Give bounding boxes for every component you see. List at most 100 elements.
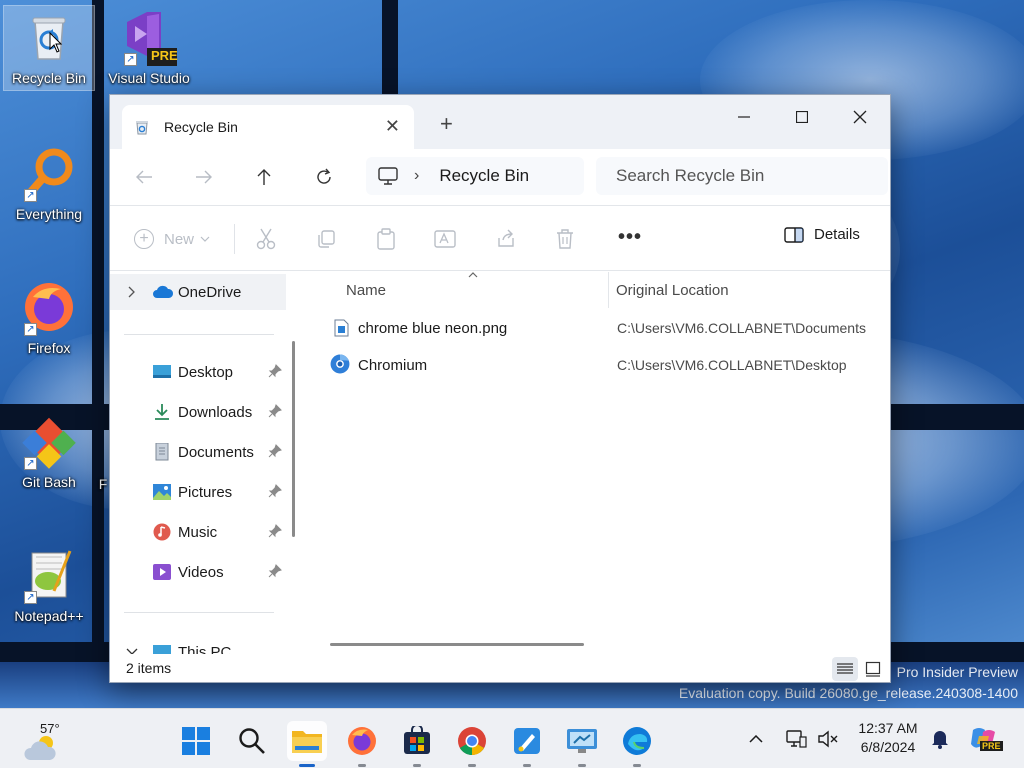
copilot-button[interactable]: PRE bbox=[966, 723, 1003, 755]
share-button[interactable] bbox=[496, 226, 516, 252]
tiles-view-icon bbox=[865, 661, 881, 677]
up-button[interactable] bbox=[250, 163, 278, 191]
close-window-button[interactable] bbox=[838, 101, 882, 133]
cut-button[interactable] bbox=[256, 226, 276, 252]
desktop-icon-git-bash[interactable]: ↗ Git Bash bbox=[4, 410, 94, 490]
forward-button[interactable] bbox=[190, 163, 218, 191]
desktop-icon-label: Firefox bbox=[27, 340, 71, 356]
paste-button[interactable] bbox=[376, 226, 396, 252]
tiles-view-button[interactable] bbox=[860, 657, 886, 681]
search-input[interactable]: Search Recycle Bin bbox=[596, 157, 888, 195]
tab-recycle-bin[interactable]: Recycle Bin ✕ bbox=[122, 105, 414, 149]
nav-item-onedrive[interactable]: OneDrive bbox=[110, 274, 286, 310]
refresh-button[interactable] bbox=[310, 163, 338, 191]
chevron-right-icon[interactable] bbox=[128, 286, 136, 298]
desktop-icon-firefox[interactable]: ↗ Firefox bbox=[4, 276, 94, 356]
column-divider[interactable] bbox=[608, 272, 609, 308]
show-hidden-icons-button[interactable] bbox=[746, 727, 766, 751]
pin-icon[interactable] bbox=[268, 564, 282, 578]
nav-item-desktop[interactable]: Desktop bbox=[110, 354, 286, 390]
table-row[interactable]: chrome blue neon.png C:\Users\VM6.COLLAB… bbox=[308, 310, 890, 346]
minimize-button[interactable] bbox=[722, 101, 766, 133]
rename-button[interactable] bbox=[434, 226, 456, 252]
breadcrumb-item-recycle-bin[interactable]: Recycle Bin bbox=[439, 166, 529, 186]
maximize-button[interactable] bbox=[780, 101, 824, 133]
weather-widget[interactable]: 57° bbox=[24, 719, 84, 763]
item-count: 2 items bbox=[126, 660, 172, 676]
taskbar-app-paint[interactable] bbox=[507, 721, 547, 767]
start-button[interactable] bbox=[176, 721, 216, 761]
nav-item-this-pc[interactable]: This PC bbox=[110, 634, 286, 654]
copy-button[interactable] bbox=[316, 226, 336, 252]
taskbar-app-firefox[interactable] bbox=[342, 721, 382, 767]
navigation-pane: OneDrive Desktop Downloads Documents Pic… bbox=[110, 272, 300, 654]
file-name: Chromium bbox=[358, 357, 428, 374]
taskbar-app-file-explorer[interactable] bbox=[287, 721, 327, 767]
network-status-button[interactable] bbox=[784, 727, 808, 751]
nav-item-label: OneDrive bbox=[178, 284, 242, 301]
running-indicator bbox=[413, 764, 421, 767]
desktop-icon-label: F bbox=[98, 476, 108, 492]
search-button[interactable] bbox=[232, 721, 272, 761]
file-explorer-window: Recycle Bin ✕ + › Recycle Bin Search Rec… bbox=[109, 94, 891, 683]
chromium-icon bbox=[330, 354, 350, 374]
breadcrumb[interactable]: › Recycle Bin bbox=[366, 157, 584, 195]
chevron-down-icon[interactable] bbox=[126, 648, 138, 654]
nav-pane-scrollbar[interactable] bbox=[292, 341, 295, 537]
store-icon bbox=[404, 726, 430, 754]
pin-icon[interactable] bbox=[268, 364, 282, 378]
nav-item-downloads[interactable]: Downloads bbox=[110, 394, 286, 430]
copy-icon bbox=[318, 230, 335, 248]
details-pane-button[interactable]: Details bbox=[784, 226, 860, 243]
nav-item-label: Desktop bbox=[178, 364, 234, 381]
taskbar-app-store[interactable] bbox=[397, 721, 437, 767]
nav-item-label: Videos bbox=[178, 564, 224, 581]
desktop-icon-notepad-plus-plus[interactable]: ↗ Notepad++ bbox=[4, 544, 94, 624]
pin-icon[interactable] bbox=[268, 404, 282, 418]
chevron-down-icon bbox=[200, 236, 210, 242]
shortcut-arrow-icon: ↗ bbox=[24, 457, 37, 470]
desktop-icon-visual-studio[interactable]: PRE ↗ Visual Studio bbox=[104, 6, 194, 86]
clock-time: 12:37 AM bbox=[858, 720, 918, 736]
more-options-button[interactable]: ••• bbox=[618, 226, 642, 249]
column-header-original-location[interactable]: Original Location bbox=[616, 272, 886, 308]
pin-icon[interactable] bbox=[268, 524, 282, 538]
details-label: Details bbox=[814, 226, 860, 243]
close-tab-button[interactable]: ✕ bbox=[385, 117, 400, 135]
taskbar-app-edge[interactable] bbox=[617, 721, 657, 767]
desktop-icon-everything[interactable]: ↗ Everything bbox=[4, 142, 94, 222]
nav-item-pictures[interactable]: Pictures bbox=[110, 474, 286, 510]
notepad-plus-plus-icon: ↗ bbox=[21, 544, 77, 606]
new-button[interactable]: + New bbox=[134, 226, 210, 252]
minimize-icon bbox=[738, 116, 750, 118]
share-icon bbox=[498, 229, 514, 247]
pin-icon[interactable] bbox=[268, 444, 282, 458]
taskbar-app-chrome[interactable] bbox=[452, 721, 492, 767]
network-icon bbox=[786, 730, 807, 748]
new-tab-button[interactable]: + bbox=[440, 113, 453, 135]
close-icon bbox=[853, 110, 867, 124]
nav-item-documents[interactable]: Documents bbox=[110, 434, 286, 470]
volume-button[interactable] bbox=[816, 727, 840, 751]
arrow-up-icon bbox=[257, 169, 271, 185]
details-view-button[interactable] bbox=[832, 657, 858, 681]
music-icon bbox=[153, 523, 171, 541]
back-button[interactable] bbox=[130, 163, 158, 191]
nav-item-videos[interactable]: Videos bbox=[110, 554, 286, 590]
delete-button[interactable] bbox=[556, 226, 574, 252]
notifications-button[interactable] bbox=[928, 727, 952, 751]
system-clock[interactable]: 12:37 AM 6/8/2024 bbox=[850, 719, 926, 757]
nav-item-music[interactable]: Music bbox=[110, 514, 286, 550]
nav-item-label: Downloads bbox=[178, 404, 253, 421]
pin-icon[interactable] bbox=[268, 484, 282, 498]
taskbar-app-remote-desktop[interactable] bbox=[562, 721, 602, 767]
running-indicator bbox=[633, 764, 641, 767]
column-header-name[interactable]: Name bbox=[346, 272, 602, 308]
horizontal-scrollbar[interactable] bbox=[330, 643, 584, 646]
column-header-label: Name bbox=[346, 281, 387, 299]
running-indicator bbox=[358, 764, 366, 767]
desktop-icon-partial[interactable]: F bbox=[96, 474, 110, 492]
table-row[interactable]: Chromium C:\Users\VM6.COLLABNET\Desktop bbox=[308, 347, 890, 383]
watermark-build: Evaluation copy. Build 26080.ge_release.… bbox=[678, 685, 1018, 701]
maximize-icon bbox=[796, 111, 808, 123]
